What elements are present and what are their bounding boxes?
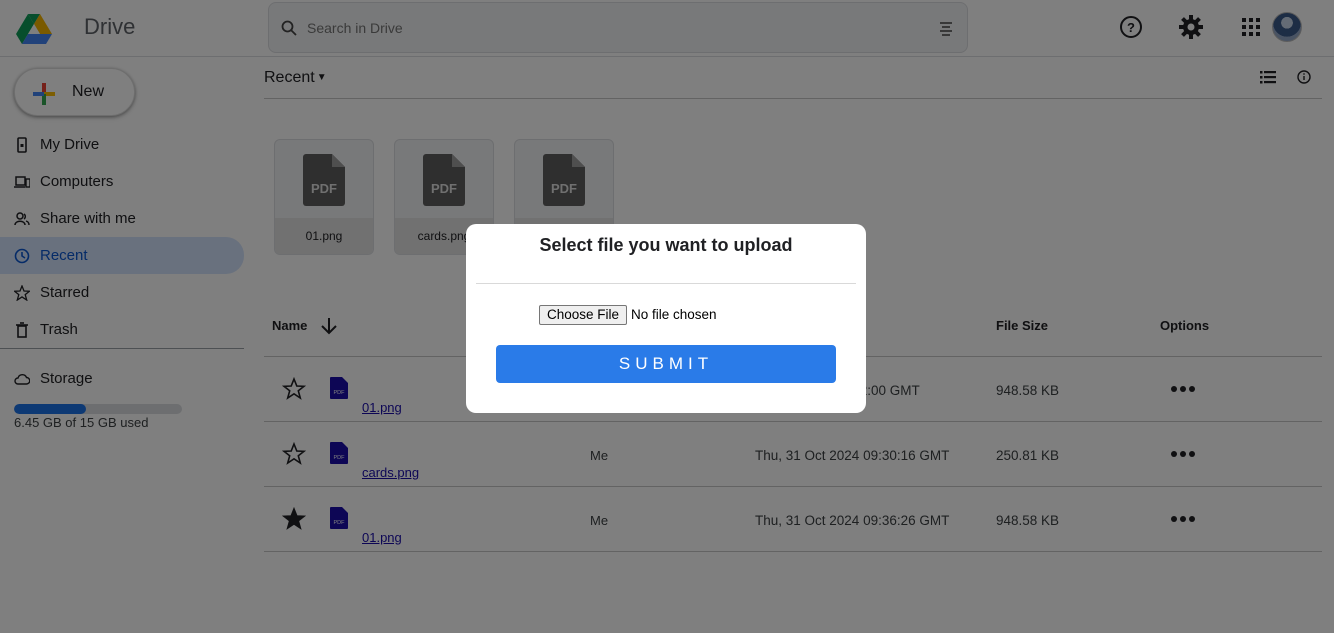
upload-dialog: Select file you want to upload Choose Fi…: [466, 224, 866, 413]
submit-button[interactable]: SUBMIT: [496, 345, 836, 383]
choose-file-button[interactable]: Choose File: [539, 305, 628, 325]
file-status-text: No file chosen: [631, 307, 717, 322]
dialog-divider: [476, 283, 856, 284]
dialog-title: Select file you want to upload: [539, 235, 793, 255]
